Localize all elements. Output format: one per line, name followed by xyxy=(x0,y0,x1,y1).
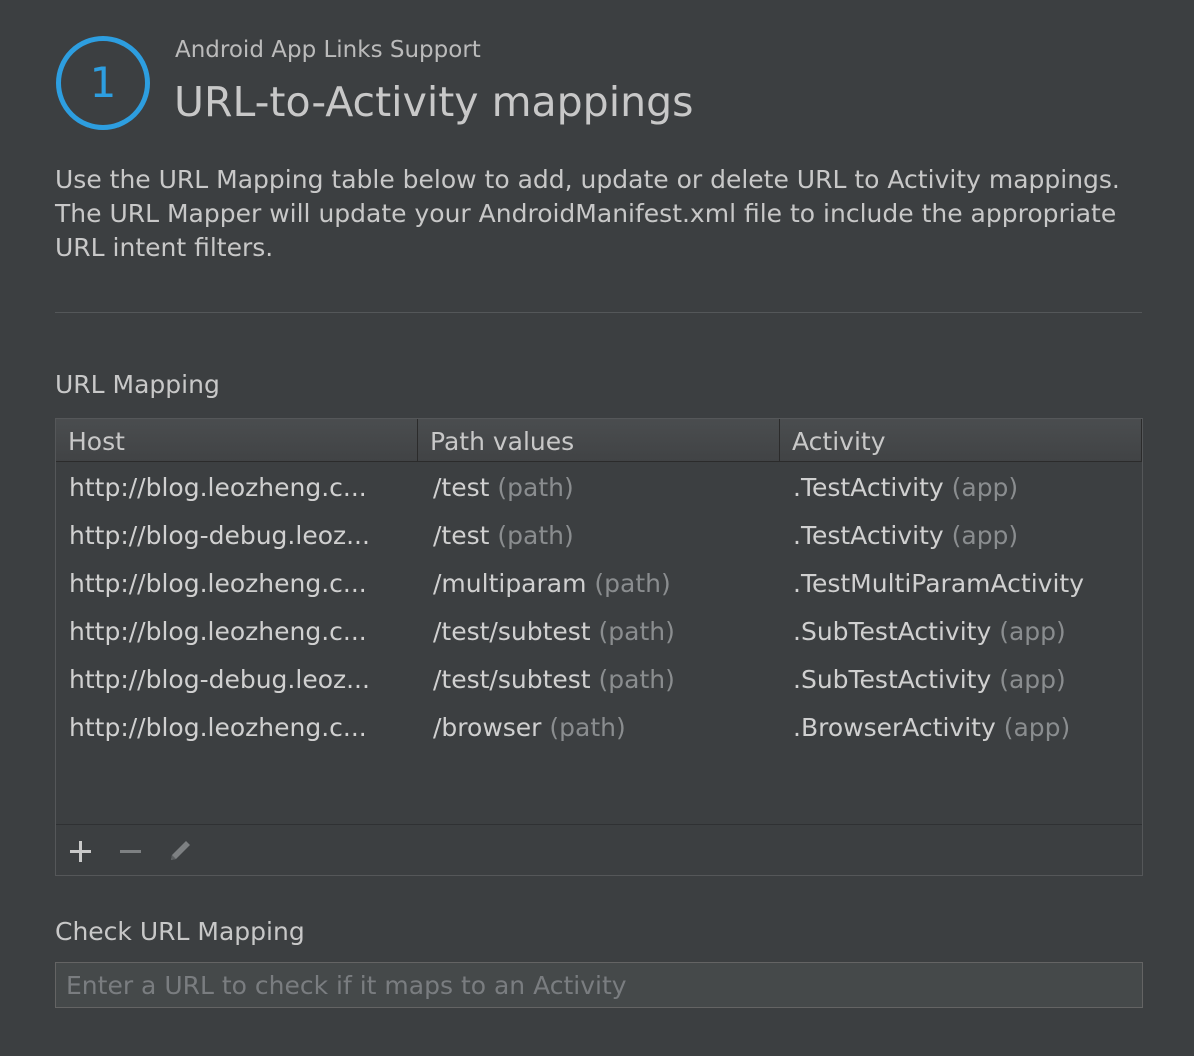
host-cell: http://blog-debug.leoz... xyxy=(69,521,370,550)
minus-icon xyxy=(120,850,141,853)
remove-mapping-button[interactable] xyxy=(114,835,146,867)
table-header: Host Path values Activity xyxy=(56,419,1142,462)
path-cell: /test/subtest (path) xyxy=(433,655,778,703)
activity-cell: .BrowserActivity (app) xyxy=(793,703,1138,751)
step-number-badge: 1 xyxy=(56,36,150,130)
path-type: (path) xyxy=(590,617,675,646)
path-value: /test/subtest xyxy=(433,665,591,694)
url-mapping-table: Host Path values Activity http://blog.le… xyxy=(55,418,1143,876)
table-row[interactable]: http://blog.leozheng.c... /test/subtest … xyxy=(56,607,1142,655)
activity-name: .SubTestActivity xyxy=(793,665,992,694)
url-mapping-label: URL Mapping xyxy=(55,370,220,399)
activity-cell: .SubTestActivity (app) xyxy=(793,655,1138,703)
path-type: (path) xyxy=(586,569,671,598)
check-url-input[interactable] xyxy=(55,962,1143,1008)
host-cell: http://blog.leozheng.c... xyxy=(69,713,367,742)
activity-name: .TestMultiParamActivity xyxy=(793,569,1085,598)
path-value: /test xyxy=(433,521,490,550)
column-header-activity[interactable]: Activity xyxy=(780,419,1142,462)
activity-module: (app) xyxy=(995,713,1071,742)
column-header-host[interactable]: Host xyxy=(56,419,418,462)
activity-name: .BrowserActivity xyxy=(793,713,996,742)
activity-module: (app) xyxy=(991,617,1066,646)
path-value: /multiparam xyxy=(433,569,587,598)
activity-cell: .SubTestActivity (app) xyxy=(793,607,1138,655)
activity-module: (app) xyxy=(943,521,1019,550)
path-type: (path) xyxy=(489,521,574,550)
activity-cell: .TestMultiParamActivity xyxy=(793,559,1138,607)
column-header-path-values[interactable]: Path values xyxy=(418,419,780,462)
pencil-icon xyxy=(171,841,190,860)
app-links-step-page: 1 Android App Links Support URL-to-Activ… xyxy=(0,0,1194,1056)
host-cell: http://blog-debug.leoz... xyxy=(69,665,370,694)
page-subtitle: Android App Links Support xyxy=(175,37,481,63)
path-cell: /test (path) xyxy=(433,463,778,511)
path-cell: /test/subtest (path) xyxy=(433,607,778,655)
page-title: URL-to-Activity mappings xyxy=(174,78,694,126)
table-row[interactable]: http://blog-debug.leoz... /test (path) .… xyxy=(56,511,1142,559)
check-url-mapping-label: Check URL Mapping xyxy=(55,917,305,946)
activity-name: .SubTestActivity xyxy=(793,617,992,646)
path-type: (path) xyxy=(541,713,626,742)
activity-module: (app) xyxy=(991,665,1066,694)
path-type: (path) xyxy=(489,473,574,502)
path-type: (path) xyxy=(590,665,675,694)
path-value: /test xyxy=(433,473,490,502)
table-row[interactable]: http://blog-debug.leoz... /test/subtest … xyxy=(56,655,1142,703)
host-cell: http://blog.leozheng.c... xyxy=(69,473,367,502)
activity-cell: .TestActivity (app) xyxy=(793,511,1138,559)
table-row[interactable]: http://blog.leozheng.c... /browser (path… xyxy=(56,703,1142,751)
path-value: /browser xyxy=(433,713,542,742)
activity-module: (app) xyxy=(943,473,1019,502)
activity-cell: .TestActivity (app) xyxy=(793,463,1138,511)
path-value: /test/subtest xyxy=(433,617,591,646)
activity-name: .TestActivity xyxy=(793,521,944,550)
table-row[interactable]: http://blog.leozheng.c... /test (path) .… xyxy=(56,463,1142,511)
host-cell: http://blog.leozheng.c... xyxy=(69,569,367,598)
path-cell: /browser (path) xyxy=(433,703,778,751)
table-body: http://blog.leozheng.c... /test (path) .… xyxy=(56,463,1142,823)
activity-name: .TestActivity xyxy=(793,473,944,502)
page-description: Use the URL Mapping table below to add, … xyxy=(55,165,1120,262)
add-mapping-button[interactable] xyxy=(64,835,96,867)
host-cell: http://blog.leozheng.c... xyxy=(69,617,367,646)
edit-mapping-button[interactable] xyxy=(164,835,196,867)
step-number: 1 xyxy=(89,58,117,107)
plus-icon xyxy=(70,841,91,862)
table-toolbar xyxy=(56,824,1142,875)
path-cell: /test (path) xyxy=(433,511,778,559)
table-row[interactable]: http://blog.leozheng.c... /multiparam (p… xyxy=(56,559,1142,607)
section-divider xyxy=(55,312,1142,313)
path-cell: /multiparam (path) xyxy=(433,559,778,607)
